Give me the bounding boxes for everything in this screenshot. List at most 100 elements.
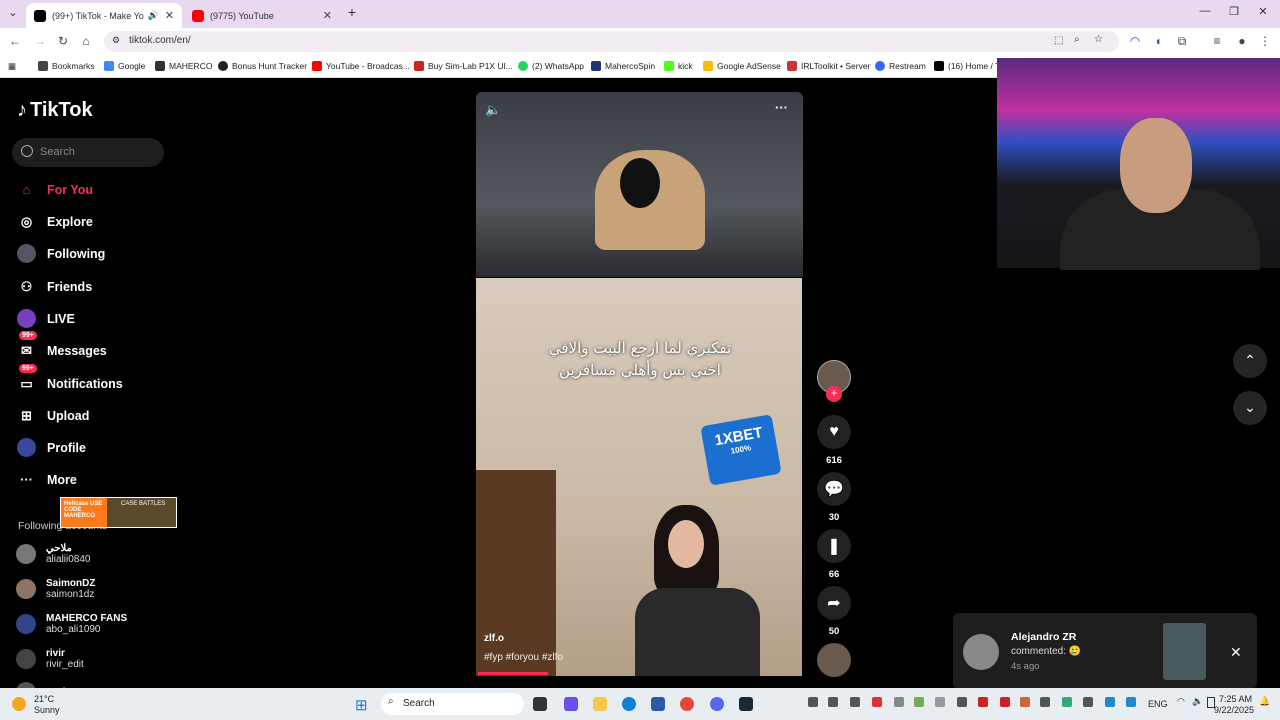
extension-icon[interactable]: ◠ — [1127, 34, 1143, 48]
discord-icon[interactable] — [710, 697, 724, 711]
search-input[interactable]: Search — [12, 138, 164, 167]
home-icon[interactable]: ⌂ — [78, 34, 94, 48]
video-hashtags[interactable]: #fyp #foryou #zlfo — [484, 652, 563, 663]
tray-icon[interactable] — [935, 697, 945, 707]
tray-icon[interactable] — [1040, 697, 1050, 707]
clock-time[interactable]: 7:25 AM — [1219, 694, 1252, 704]
bookmark-item[interactable]: Google AdSense — [703, 61, 781, 71]
tray-icon[interactable] — [1062, 697, 1072, 707]
nav-messages[interactable]: ✉ 99+ Messages — [17, 331, 107, 360]
close-window-icon[interactable]: ✕ — [1253, 5, 1273, 18]
minimize-icon[interactable]: — — [1195, 5, 1215, 17]
following-account[interactable]: ملاحي alialii0840 — [16, 543, 90, 565]
clock-date[interactable]: 9/22/2025 — [1214, 705, 1254, 715]
bookmark-item[interactable]: Bonus Hunt Tracker — [218, 61, 307, 71]
tray-icon[interactable] — [1105, 697, 1115, 707]
follow-plus-icon[interactable]: + — [826, 386, 842, 402]
nav-friends[interactable]: ⚇ Friends — [17, 277, 92, 296]
video-author[interactable]: zlf.o — [484, 633, 504, 644]
bookmark-item[interactable]: MAHERCO — [155, 61, 212, 71]
language-indicator[interactable]: ENG — [1148, 699, 1168, 709]
video-more-icon[interactable]: ··· — [775, 100, 788, 115]
bookmark-item[interactable]: (2) WhatsApp — [518, 61, 584, 71]
tab-tiktok[interactable]: (99+) TikTok - Make Your Day 🔊 ✕ — [26, 3, 182, 28]
bookmark-item[interactable]: IRLToolkit • Server — [787, 61, 870, 71]
bookmark-item[interactable]: YouTube - Broadcas... — [312, 61, 410, 71]
music-disc[interactable] — [817, 643, 851, 677]
steam-icon[interactable] — [739, 697, 753, 711]
wifi-icon[interactable]: ◠ — [1177, 696, 1185, 707]
site-info-icon[interactable]: ⚙ — [112, 35, 120, 46]
tray-icon[interactable] — [914, 697, 924, 707]
file-explorer-icon[interactable] — [593, 697, 607, 711]
store-icon[interactable] — [651, 697, 665, 711]
new-tab-button[interactable]: + — [342, 4, 362, 20]
volume-icon[interactable]: 🔈 — [485, 102, 501, 118]
comment-button[interactable]: 💬 30 — [817, 472, 851, 523]
copilot-icon[interactable] — [564, 697, 578, 711]
nav-for-you[interactable]: ⌂ For You — [17, 180, 94, 199]
tab-search-icon[interactable]: ⌄ — [3, 6, 23, 19]
close-tab-icon[interactable]: ✕ — [323, 9, 332, 22]
windows-start-icon[interactable]: ⊞ — [355, 696, 368, 714]
tab-youtube[interactable]: (9775) YouTube ✕ — [184, 3, 340, 28]
nav-more[interactable]: ··· More — [17, 470, 77, 489]
bookmark-item[interactable]: (16) Home / T — [934, 61, 1000, 71]
profile-avatar-icon[interactable]: ● — [1234, 34, 1250, 48]
share-button[interactable]: ➦ 50 — [817, 586, 851, 637]
next-video-button[interactable]: ⌄ — [1233, 391, 1267, 425]
nav-notifications[interactable]: ▭ 99+ Notifications — [17, 364, 123, 393]
tray-icon[interactable] — [894, 697, 904, 707]
edge-icon[interactable] — [622, 697, 636, 711]
reload-icon[interactable]: ↻ — [55, 34, 71, 48]
chrome-icon[interactable] — [680, 697, 694, 711]
tray-icon[interactable] — [978, 697, 988, 707]
tray-icon[interactable] — [872, 697, 882, 707]
bookmark-star-icon[interactable]: ☆ — [1094, 34, 1103, 45]
like-button[interactable]: ♥ 616 — [817, 415, 851, 466]
forward-icon[interactable]: → — [32, 34, 48, 48]
extension-icon[interactable]: ◖ — [1150, 34, 1166, 48]
tray-icon[interactable] — [1083, 697, 1093, 707]
volume-icon[interactable]: 🔈 — [1192, 696, 1203, 707]
url-bar[interactable]: ⚙ tiktok.com/en/ ⬚ ⌕ ☆ — [104, 31, 1119, 52]
save-button[interactable]: ❚ 66 — [817, 529, 851, 580]
bookmark-item[interactable]: Bookmarks — [38, 61, 95, 71]
maximize-icon[interactable]: ❐ — [1224, 5, 1244, 18]
previous-video-button[interactable]: ⌃ — [1233, 344, 1267, 378]
tray-icon[interactable] — [957, 697, 967, 707]
media-control-icon[interactable]: ≡ — [1209, 34, 1225, 48]
taskbar-search[interactable]: ⌕ Search — [381, 693, 524, 715]
bookmark-item[interactable]: Google — [104, 61, 145, 71]
install-icon[interactable]: ⬚ — [1054, 35, 1063, 46]
bluetooth-icon[interactable] — [1126, 697, 1136, 707]
bookmark-item[interactable]: Restream — [875, 61, 926, 71]
nav-explore[interactable]: ◎ Explore — [17, 212, 93, 231]
tray-icon[interactable] — [808, 697, 818, 707]
task-view-icon[interactable] — [533, 697, 547, 711]
apps-icon[interactable]: ▦ — [8, 61, 16, 72]
nav-upload[interactable]: ⊞ Upload — [17, 406, 89, 425]
notification-bell-icon[interactable]: 🔔 — [1259, 696, 1270, 707]
close-icon[interactable]: ✕ — [1230, 644, 1242, 661]
following-account[interactable]: SaimonDZ saimon1dz — [16, 578, 95, 600]
tray-icon[interactable] — [1000, 697, 1010, 707]
tray-icon[interactable] — [850, 697, 860, 707]
bookmark-item[interactable]: MahercoSpin — [591, 61, 655, 71]
back-icon[interactable]: ← — [7, 34, 23, 48]
extensions-puzzle-icon[interactable]: ⧉ — [1174, 34, 1190, 49]
close-tab-icon[interactable]: ✕ — [165, 9, 174, 22]
following-account[interactable]: MAHERCO FANS abo_ali1090 — [16, 613, 127, 635]
video-progress-bar[interactable] — [478, 672, 548, 675]
nav-profile[interactable]: Profile — [17, 438, 86, 457]
tray-icon[interactable] — [828, 697, 838, 707]
nav-following[interactable]: Following — [17, 244, 105, 263]
bookmark-item[interactable]: Buy Sim-Lab P1X Ul... — [414, 61, 513, 71]
nav-live[interactable]: LIVE — [17, 309, 75, 328]
following-account[interactable]: rivir rivir_edit — [16, 648, 84, 670]
menu-icon[interactable]: ⋮ — [1257, 34, 1273, 48]
tiktok-logo[interactable]: ♪ TikTok — [17, 99, 93, 122]
zoom-icon[interactable]: ⌕ — [1074, 34, 1080, 45]
bookmark-item[interactable]: kick — [664, 61, 693, 71]
tray-icon[interactable] — [1020, 697, 1030, 707]
